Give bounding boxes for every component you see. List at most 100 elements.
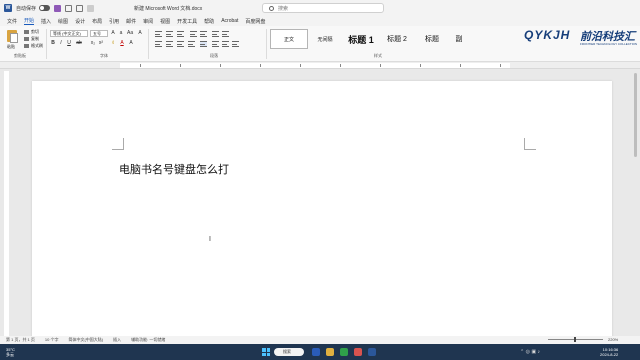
horizontal-ruler[interactable] xyxy=(0,62,640,69)
margin-corner-mark xyxy=(524,138,536,150)
copy-button[interactable]: 复制 xyxy=(24,36,39,42)
align-left-icon[interactable] xyxy=(155,41,162,47)
tab-home[interactable]: 开始 xyxy=(24,17,35,25)
bold-button[interactable]: B xyxy=(50,40,56,47)
document-body-text[interactable]: 电脑书名号键盘怎么打 xyxy=(119,161,229,177)
scrollbar-thumb[interactable] xyxy=(634,73,637,157)
redo-icon[interactable] xyxy=(76,4,84,12)
search-icon xyxy=(269,5,274,11)
styles-group-label: 样式 xyxy=(374,53,382,58)
style-heading-2[interactable]: 标题 2 xyxy=(382,29,412,49)
ruler-tick xyxy=(380,64,381,67)
cut-button[interactable]: 剪切 xyxy=(24,29,39,35)
sort-icon[interactable] xyxy=(212,31,219,37)
document-page[interactable]: 电脑书名号键盘怎么打 I xyxy=(32,81,612,351)
shading-icon[interactable] xyxy=(222,41,229,47)
language-indicator[interactable]: 简体中文(中国大陆) xyxy=(68,337,103,343)
clock[interactable]: 10:16:36 2024-8-22 xyxy=(600,347,618,357)
copy-icon xyxy=(24,37,29,41)
tab-mailings[interactable]: 邮件 xyxy=(126,18,136,25)
autosave-toggle[interactable] xyxy=(39,5,51,11)
font-color-icon[interactable]: A xyxy=(119,40,125,47)
system-tray-icons[interactable]: ⌃ ◎ ▣ ♪ xyxy=(520,349,540,355)
undo-icon[interactable] xyxy=(65,4,73,12)
vertical-ruler[interactable] xyxy=(4,71,9,341)
subscript-button[interactable]: x₂ xyxy=(90,40,96,47)
numbering-icon[interactable] xyxy=(166,31,173,37)
style-heading-1[interactable]: 标题 1 xyxy=(342,29,380,49)
justify-icon[interactable] xyxy=(188,41,195,47)
superscript-button[interactable]: x² xyxy=(98,40,104,47)
italic-button[interactable]: I xyxy=(58,40,64,47)
style-subtitle[interactable]: 副 xyxy=(452,29,466,49)
save-icon[interactable] xyxy=(54,4,62,12)
distributed-icon[interactable] xyxy=(200,41,207,47)
tab-insert[interactable]: 插入 xyxy=(41,18,51,25)
tab-view[interactable]: 视图 xyxy=(160,18,170,25)
bullets-icon[interactable] xyxy=(155,31,162,37)
document-title: 新建 Microsoft Word 文档.docx xyxy=(134,6,203,12)
style-no-spacing[interactable]: 无间隔 xyxy=(310,29,340,49)
logo-latin: QYKJH xyxy=(524,28,571,42)
divider xyxy=(266,29,267,59)
zoom-level[interactable]: 220% xyxy=(608,337,618,342)
format-painter-button[interactable]: 格式刷 xyxy=(24,43,43,49)
tab-help[interactable]: 帮助 xyxy=(204,18,214,25)
weather-widget[interactable]: 35°C 多云 xyxy=(6,347,15,357)
clear-format-icon[interactable]: A xyxy=(137,30,143,37)
underline-button[interactable]: U xyxy=(66,40,72,47)
ruler-text-area xyxy=(120,63,510,68)
tab-file[interactable]: 文件 xyxy=(7,18,17,25)
tab-references[interactable]: 引用 xyxy=(109,18,119,25)
style-title[interactable]: 标题 xyxy=(418,29,446,49)
change-case-icon[interactable]: Aa xyxy=(127,30,133,37)
wechat-icon[interactable] xyxy=(340,348,348,356)
font-name-select[interactable]: 等线 (中文正文) xyxy=(50,30,88,37)
taskview-icon[interactable] xyxy=(312,348,320,356)
increase-indent-icon[interactable] xyxy=(200,31,207,37)
tab-review[interactable]: 审阅 xyxy=(143,18,153,25)
windows-start-icon[interactable] xyxy=(262,348,270,356)
tab-baidu-netdisk[interactable]: 百度网盘 xyxy=(245,18,265,25)
show-marks-icon[interactable] xyxy=(222,31,229,37)
page-count[interactable]: 第 1 页，共 1 页 xyxy=(6,337,35,343)
ribbon-tabs: 文件 开始 插入 绘图 设计 布局 引用 邮件 审阅 视图 开发工具 帮助 Ac… xyxy=(0,16,640,26)
borders-icon[interactable] xyxy=(232,41,239,47)
vertical-scrollbar[interactable] xyxy=(633,71,638,346)
channel-logo: QYKJH 前沿科技汇 FRONTIER TECHNOLOGY COLLECTI… xyxy=(520,28,640,54)
insert-mode[interactable]: 插入 xyxy=(113,337,121,343)
shrink-font-icon[interactable]: a xyxy=(118,30,124,37)
divider xyxy=(148,29,149,59)
format-painter-label: 格式刷 xyxy=(31,43,43,48)
tab-draw[interactable]: 绘图 xyxy=(58,18,68,25)
zoom-slider-handle[interactable] xyxy=(574,337,576,342)
accessibility-status[interactable]: 辅助功能: 一切就绪 xyxy=(131,337,165,343)
word-count[interactable]: 10 个字 xyxy=(45,337,59,343)
char-shading-icon[interactable]: A xyxy=(128,40,134,47)
customize-toolbar-icon[interactable] xyxy=(87,4,95,12)
tab-design[interactable]: 设计 xyxy=(75,18,85,25)
decrease-indent-icon[interactable] xyxy=(190,31,197,37)
paste-label: 粘贴 xyxy=(7,44,15,49)
title-bar: W 自动保存 新建 Microsoft Word 文档.docx 搜索 xyxy=(0,0,640,16)
font-size-select[interactable]: 五号 xyxy=(90,30,108,37)
style-normal[interactable]: 正文 xyxy=(270,29,308,49)
tab-developer[interactable]: 开发工具 xyxy=(177,18,197,25)
file-explorer-icon[interactable] xyxy=(326,348,334,356)
align-right-icon[interactable] xyxy=(177,41,184,47)
ruler-tick xyxy=(180,64,181,67)
search-box[interactable]: 搜索 xyxy=(262,3,384,13)
highlight-icon[interactable]: ℓ xyxy=(110,40,116,47)
multilevel-list-icon[interactable] xyxy=(177,31,184,37)
ruler-tick xyxy=(340,64,341,67)
paste-button[interactable] xyxy=(7,30,18,43)
grow-font-icon[interactable]: A xyxy=(110,30,116,37)
app-icon[interactable] xyxy=(354,348,362,356)
strikethrough-button[interactable]: ab xyxy=(76,40,82,47)
line-spacing-icon[interactable] xyxy=(212,41,219,47)
taskbar-search[interactable]: 搜索 xyxy=(274,348,304,356)
align-center-icon[interactable] xyxy=(166,41,173,47)
tab-layout[interactable]: 布局 xyxy=(92,18,102,25)
word-taskbar-icon[interactable] xyxy=(368,348,376,356)
tab-acrobat[interactable]: Acrobat xyxy=(221,18,238,24)
